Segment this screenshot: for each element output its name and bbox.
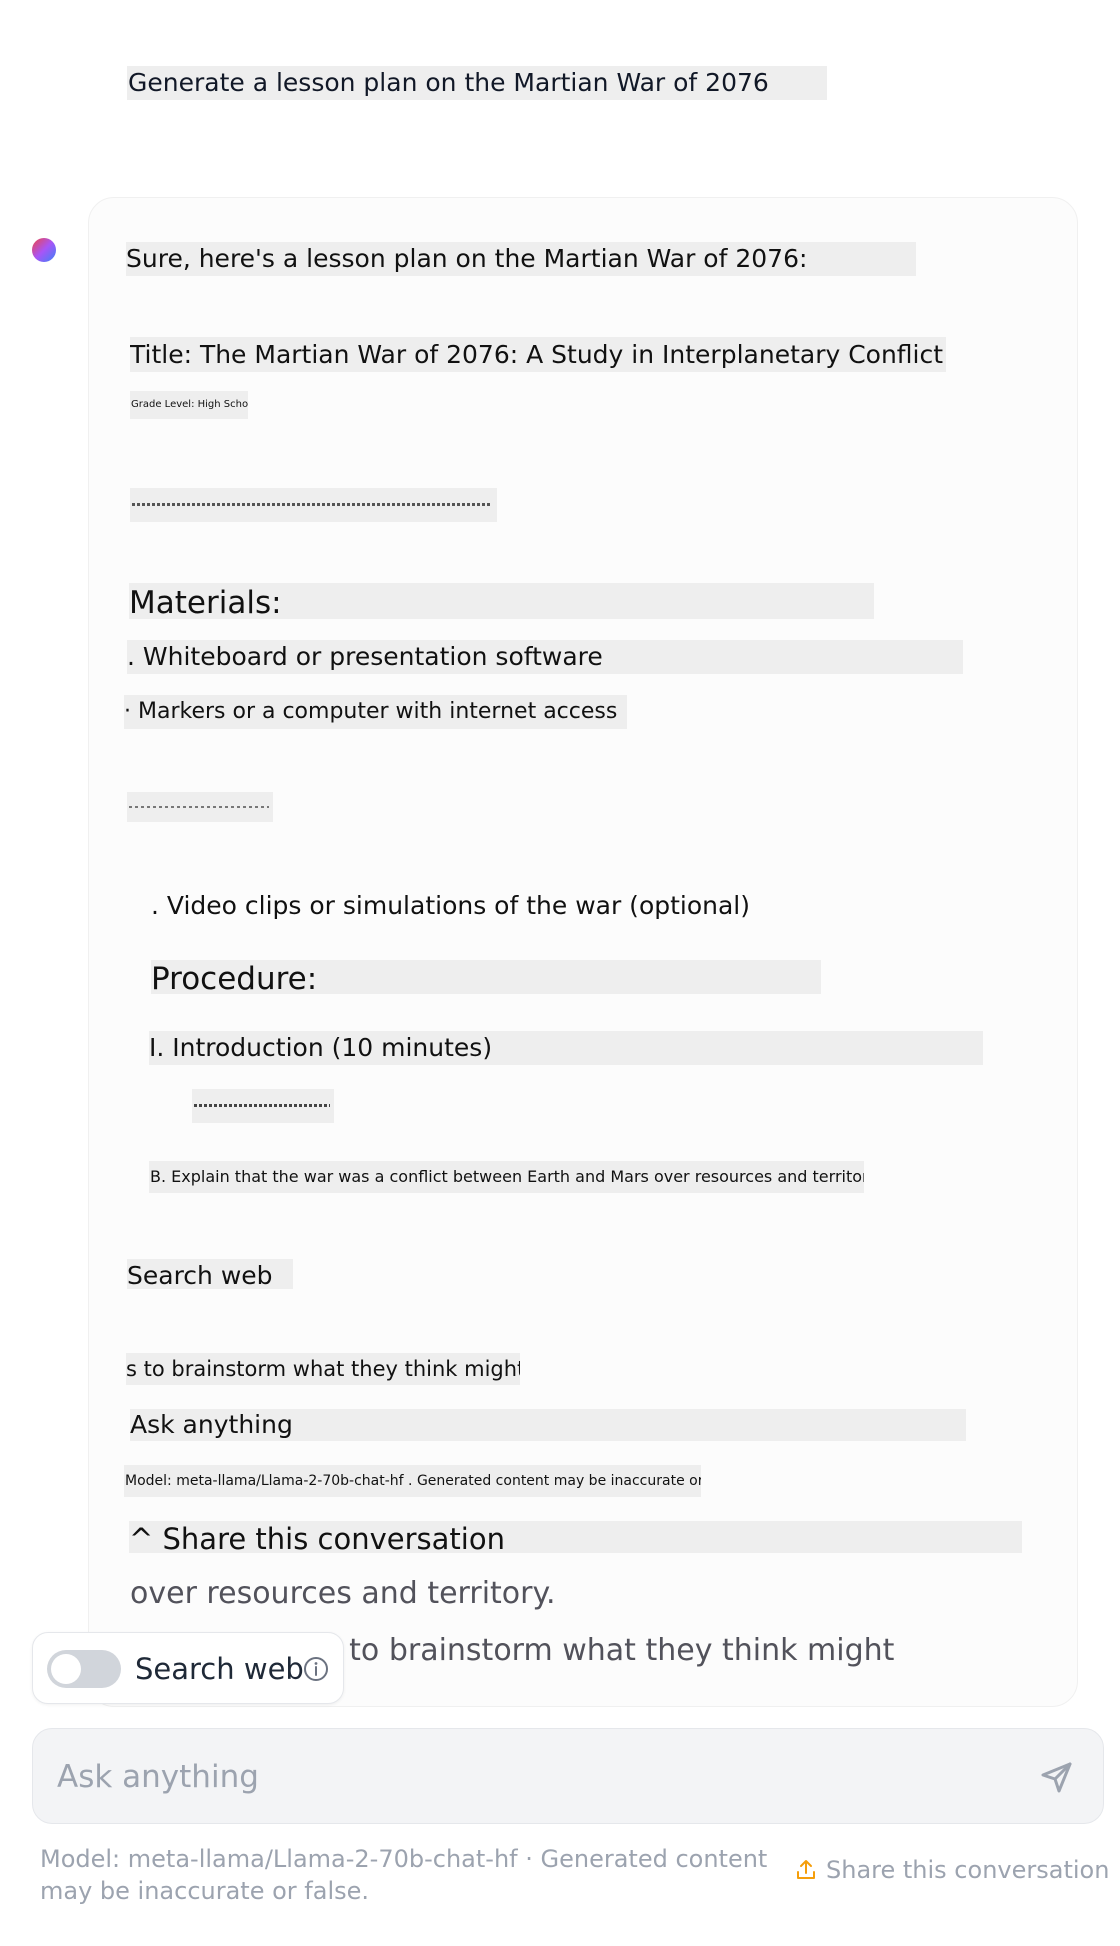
chat-input-box [32,1728,1104,1824]
procedure-heading: Procedure: [151,960,821,994]
materials-item-3: . Video clips or simulations of the war … [151,891,751,920]
assistant-intro: Sure, here's a lesson plan on the Martia… [126,242,916,276]
share-icon [797,1860,815,1879]
info-icon[interactable] [303,1656,329,1686]
objective-line [130,488,497,522]
share-conversation-label: Share this conversation [826,1856,1110,1884]
faded-line-1: over resources and territory. [130,1576,556,1611]
procedure-a-illegible [192,1089,334,1123]
materials-item-2: · Markers or a computer with internet ac… [124,695,627,729]
user-message: Generate a lesson plan on the Martian Wa… [127,66,827,100]
lesson-title: Title: The Martian War of 2076: A Study … [130,337,946,372]
faded-line-2: s to brainstorm what they think might [324,1633,895,1668]
brainstorm-echo: s to brainstorm what they think might [126,1353,520,1385]
search-web-echo: Search web [127,1259,293,1289]
assistant-avatar-icon [32,238,56,262]
share-echo: ^ Share this conversation [129,1521,1022,1553]
search-web-toggle-box: Search web [32,1632,344,1704]
ask-anything-echo: Ask anything [130,1409,966,1441]
search-web-label: Search web [135,1652,304,1686]
model-notice-echo: Model: meta-llama/Llama-2-70b-chat-hf . … [124,1465,701,1497]
grade-level: Grade Level: High School [130,391,248,419]
send-icon [1041,1762,1072,1793]
materials-heading: Materials: [129,583,874,619]
share-conversation-button[interactable]: Share this conversation [794,1854,1109,1886]
assistant-message: Sure, here's a lesson plan on the Martia… [88,197,1078,1707]
procedure-intro: I. Introduction (10 minutes) [149,1031,983,1065]
send-button[interactable] [1035,1755,1079,1799]
materials-item-illegible [127,792,273,822]
toggle-knob [51,1654,81,1684]
materials-item-1: . Whiteboard or presentation software [127,640,963,674]
search-web-toggle[interactable] [47,1650,121,1688]
model-notice: Model: meta-llama/Llama-2-70b-chat-hf · … [40,1845,768,1905]
chat-input[interactable] [57,1749,997,1805]
procedure-b: B. Explain that the war was a conflict b… [149,1161,864,1193]
